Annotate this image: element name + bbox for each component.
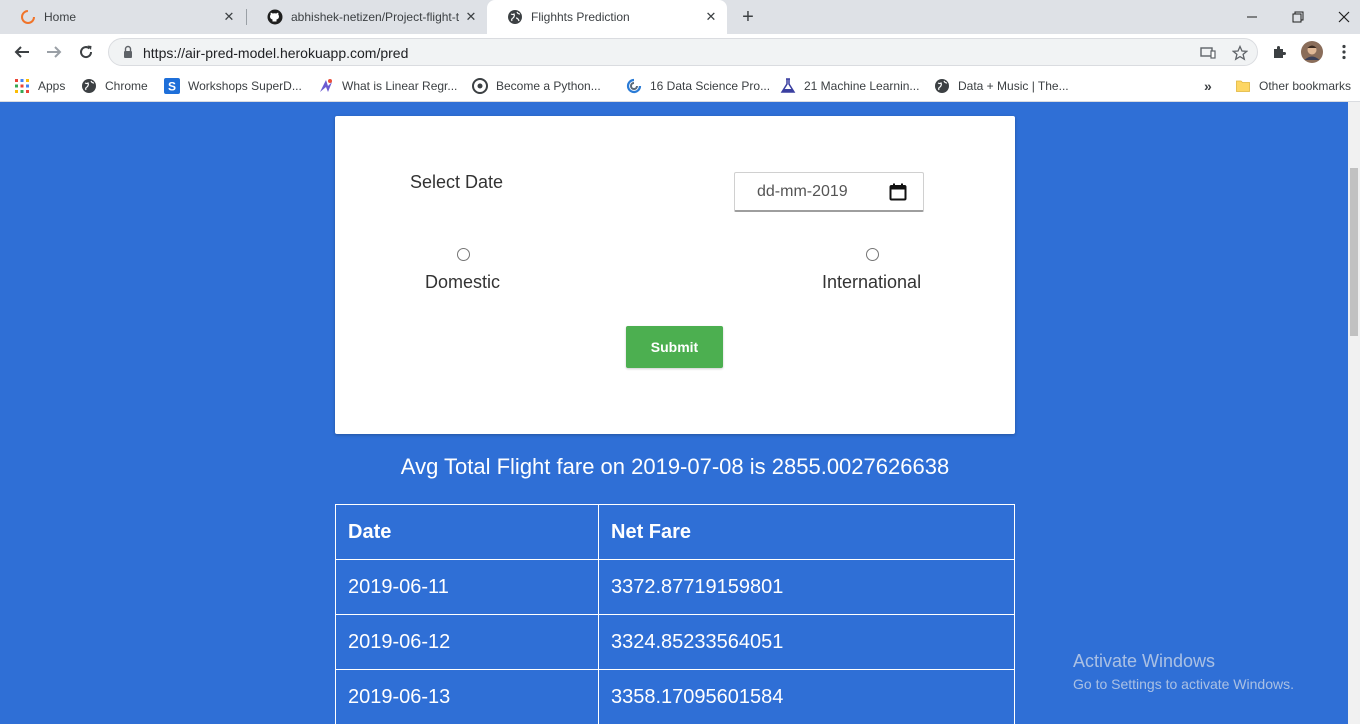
calendar-icon[interactable]: [889, 183, 907, 201]
table-header-row: Date Net Fare: [335, 504, 1015, 560]
prediction-form-card: Select Date dd-mm-2019 Domestic Internat…: [335, 116, 1015, 434]
fare-cell: 3372.87719159801: [598, 559, 1015, 615]
bookmark-label: Other bookmarks: [1259, 79, 1352, 93]
address-bar[interactable]: https://air-pred-model.herokuapp.com/pre…: [108, 38, 1258, 66]
s-logo-icon: S: [164, 78, 180, 94]
watermark-subtitle: Go to Settings to activate Windows.: [1073, 676, 1294, 692]
tab-title: Home: [44, 10, 77, 24]
globe-icon: [81, 78, 97, 94]
globe-icon: [507, 9, 523, 25]
back-arrow-icon[interactable]: [10, 40, 34, 64]
table-row: 2019-06-11 3372.87719159801: [335, 559, 1015, 615]
close-icon[interactable]: ✕: [221, 9, 237, 25]
github-icon: [267, 9, 283, 25]
lock-icon: [121, 45, 135, 59]
domestic-radio[interactable]: [457, 248, 470, 261]
bookmark-label: Become a Python...: [496, 79, 601, 93]
bookmark-label: What is Linear Regr...: [342, 79, 458, 93]
select-date-label: Select Date: [410, 172, 504, 192]
bookmark-label: Chrome: [105, 79, 148, 93]
brand-icon: [318, 78, 334, 94]
url-text: https://air-pred-model.herokuapp.com/pre…: [143, 45, 409, 61]
bookmark-linear-regression[interactable]: What is Linear Regr...: [318, 77, 457, 95]
scrollbar-thumb[interactable]: [1350, 168, 1358, 336]
svg-text:S: S: [168, 80, 176, 94]
bookmark-chrome[interactable]: Chrome: [81, 77, 148, 95]
reload-icon[interactable]: [74, 40, 98, 64]
tab-title: abhishek-netizen/Project-flight-t: [291, 10, 460, 24]
cast-device-icon[interactable]: [1199, 44, 1217, 62]
date-cell: 2019-06-13: [335, 669, 599, 724]
extensions-puzzle-icon[interactable]: [1268, 40, 1292, 64]
tab-title: Flighhts Prediction: [531, 10, 630, 24]
column-header-net-fare: Net Fare: [598, 504, 1015, 560]
bookmark-python[interactable]: Become a Python...: [472, 77, 601, 95]
globe-icon: [934, 78, 950, 94]
date-cell: 2019-06-11: [335, 559, 599, 615]
loading-ring-icon: [20, 9, 36, 25]
restore-icon[interactable]: [1275, 0, 1321, 34]
bookmark-label: Workshops SuperD...: [188, 79, 302, 93]
page-content: Select Date dd-mm-2019 Domestic Internat…: [0, 102, 1348, 724]
tab-home[interactable]: Home ✕: [0, 0, 245, 34]
tab-flight-prediction[interactable]: Flighhts Prediction ✕: [487, 0, 727, 34]
bookmark-label: 16 Data Science Pro...: [650, 79, 771, 93]
bookmark-label: Data + Music | The...: [958, 79, 1069, 93]
bookmark-label: 21 Machine Learnin...: [804, 79, 920, 93]
kebab-menu-icon[interactable]: [1332, 40, 1356, 64]
browser-toolbar: https://air-pred-model.herokuapp.com/pre…: [0, 34, 1360, 70]
bookmarks-bar: Apps Chrome S Workshops SuperD... What i…: [0, 70, 1360, 102]
fare-cell: 3324.85233564051: [598, 614, 1015, 670]
domestic-radio-label: Domestic: [425, 272, 501, 292]
date-input-value: dd-mm-2019: [757, 183, 848, 200]
date-input[interactable]: dd-mm-2019: [734, 172, 924, 212]
forward-arrow-icon[interactable]: [42, 40, 66, 64]
column-header-date: Date: [335, 504, 599, 560]
bookmark-data-science[interactable]: 16 Data Science Pro...: [626, 77, 770, 95]
bookmark-star-icon[interactable]: [1231, 44, 1249, 62]
python-icon: [472, 78, 488, 94]
bookmarks-overflow-chevron-icon[interactable]: »: [1204, 77, 1212, 95]
international-radio-label: International: [822, 272, 922, 292]
bookmark-data-music[interactable]: Data + Music | The...: [934, 77, 1069, 95]
minimize-icon[interactable]: [1229, 0, 1275, 34]
fare-table: Date Net Fare 2019-06-11 3372.8771915980…: [335, 504, 1015, 724]
activate-windows-watermark: Activate Windows Go to Settings to activ…: [1073, 651, 1294, 692]
avg-fare-result: Avg Total Flight fare on 2019-07-08 is 2…: [400, 454, 950, 479]
international-radio[interactable]: [866, 248, 879, 261]
tab-strip: Home ✕ abhishek-netizen/Project-flight-t…: [0, 0, 1360, 34]
fare-cell: 3358.17095601584: [598, 669, 1015, 724]
bookmark-machine-learning[interactable]: 21 Machine Learnin...: [780, 77, 919, 95]
date-cell: 2019-06-12: [335, 614, 599, 670]
new-tab-plus-icon[interactable]: +: [737, 6, 759, 28]
bookmark-other[interactable]: Other bookmarks: [1235, 77, 1351, 95]
table-row: 2019-06-12 3324.85233564051: [335, 614, 1015, 670]
submit-button[interactable]: Submit: [626, 326, 723, 368]
close-icon[interactable]: ✕: [703, 9, 719, 25]
bookmark-apps[interactable]: Apps: [14, 77, 65, 95]
table-row: 2019-06-13 3358.17095601584: [335, 669, 1015, 724]
apps-grid-icon: [14, 78, 30, 94]
spiral-icon: [626, 78, 642, 94]
tab-github[interactable]: abhishek-netizen/Project-flight-t ✕: [247, 0, 487, 34]
bookmark-label: Apps: [38, 79, 66, 93]
flask-icon: [780, 78, 796, 94]
close-icon[interactable]: ✕: [463, 9, 479, 25]
window-close-icon[interactable]: [1321, 0, 1360, 34]
page-scrollbar[interactable]: [1348, 102, 1360, 724]
bookmark-workshops[interactable]: S Workshops SuperD...: [164, 77, 302, 95]
folder-icon: [1235, 78, 1251, 94]
watermark-title: Activate Windows: [1073, 651, 1216, 671]
avatar[interactable]: [1300, 40, 1324, 64]
